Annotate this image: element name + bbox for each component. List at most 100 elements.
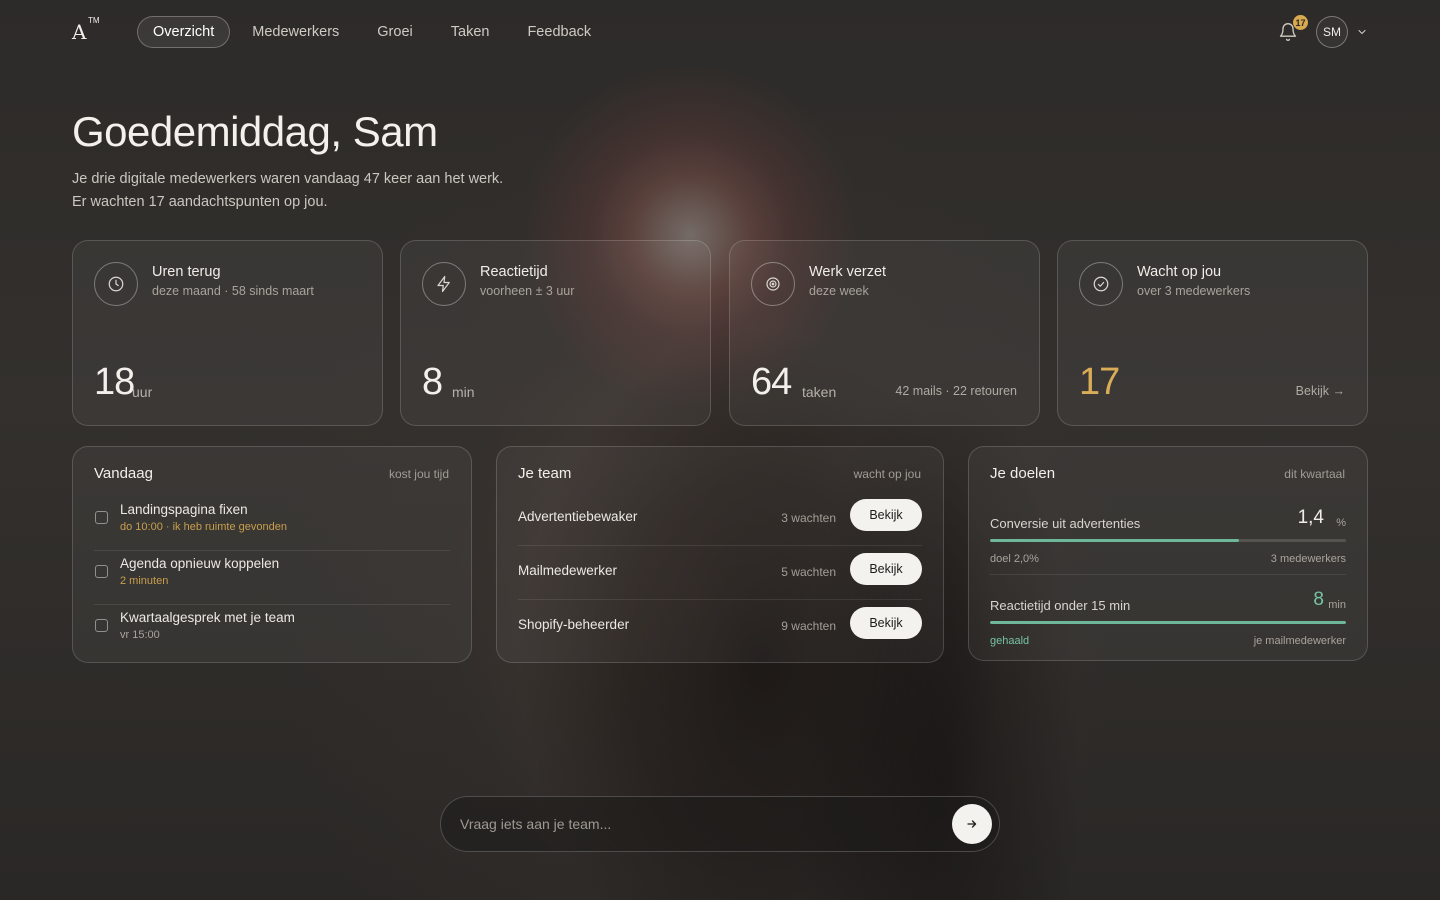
todo-title: Agenda opnieuw koppelen: [120, 556, 280, 571]
goal-value: 1,4: [1297, 507, 1324, 528]
ask-input[interactable]: [460, 797, 930, 851]
card-meta: dit kwartaal: [1284, 467, 1345, 481]
card-meta: wacht op jou: [853, 467, 921, 481]
todo-subtitle: do 10:00 · ik heb ruimte gevonden: [120, 521, 287, 533]
goal-progress-fill: [990, 621, 1346, 624]
view-button[interactable]: Bekijk: [850, 553, 922, 585]
dashboard: A TM Overzicht Medewerkers Groei Taken Fe…: [0, 0, 1440, 900]
stat-card-waiting[interactable]: Wacht op jou over 3 medewerkers 17 Bekij…: [1057, 240, 1368, 426]
team-member-row: Shopify-beheerder 9 wachten Bekijk: [518, 600, 922, 654]
goal-progress-bar: [990, 621, 1346, 624]
card-title: Je doelen: [990, 465, 1056, 482]
stat-card-work-done[interactable]: Werk verzet deze week 64 taken 42 mails …: [729, 240, 1040, 426]
goal-unit: min: [1328, 599, 1346, 611]
stat-breakdown: 42 mails · 22 retouren: [895, 384, 1017, 398]
todo-checkbox[interactable]: [95, 565, 108, 578]
clock-icon: [94, 262, 138, 306]
logo-letter: A: [72, 20, 87, 44]
tab-groei[interactable]: Groei: [361, 16, 428, 48]
logo-trademark: TM: [88, 16, 100, 25]
stat-subtitle: over 3 medewerkers: [1137, 284, 1251, 298]
goal-progress-bar: [990, 539, 1346, 542]
todo-title: Kwartaalgesprek met je team: [120, 610, 295, 625]
stat-title: Reactietijd: [480, 264, 548, 280]
team-member-waiting: 5 wachten: [781, 565, 836, 579]
stat-title: Wacht op jou: [1137, 264, 1222, 280]
hero-line-2: Er wachten 17 aandachtspunten op jou.: [72, 194, 328, 210]
todo-checkbox[interactable]: [95, 619, 108, 632]
card-title: Vandaag: [94, 465, 153, 482]
hero-subtitle: Je drie digitale medewerkers waren vanda…: [72, 168, 503, 214]
todo-item: Agenda opnieuw koppelen 2 minuten: [94, 551, 450, 605]
goal-status: gehaald: [990, 635, 1030, 647]
notifications-button[interactable]: 17: [1278, 15, 1308, 42]
nav-tabs: Overzicht Medewerkers Groei Taken Feedba…: [137, 16, 607, 48]
divider: [990, 574, 1346, 575]
ask-bar: [440, 796, 1000, 852]
tab-feedback[interactable]: Feedback: [511, 16, 607, 48]
stat-value: 8: [422, 361, 443, 403]
avatar: SM: [1316, 16, 1348, 48]
tab-taken[interactable]: Taken: [435, 16, 506, 48]
stat-title: Uren terug: [152, 264, 221, 280]
team-member-name: Mailmedewerker: [518, 563, 618, 578]
tab-overzicht[interactable]: Overzicht: [137, 16, 231, 48]
stat-card-response-time[interactable]: Reactietijd voorheen ± 3 uur 8 min: [400, 240, 711, 426]
send-button[interactable]: [952, 804, 992, 844]
team-card: Je team wacht op jou Advertentiebewaker …: [496, 446, 944, 663]
team-member-waiting: 9 wachten: [781, 619, 836, 633]
stat-subtitle: deze maand · 58 sinds maart: [152, 284, 314, 298]
logo[interactable]: A TM: [72, 16, 137, 44]
chevron-down-icon: [1358, 29, 1366, 35]
stat-value: 18: [94, 361, 135, 403]
todo-title: Landingspagina fixen: [120, 502, 248, 517]
stat-card-hours[interactable]: Uren terug deze maand · 58 sinds maart 1…: [72, 240, 383, 426]
view-button[interactable]: Bekijk: [850, 499, 922, 531]
nav-right: 17 SM: [1278, 15, 1368, 48]
goal-owner: 3 medewerkers: [1270, 553, 1346, 565]
goal-owner: je mailmedewerker: [1253, 635, 1346, 647]
goal-title: Reactietijd onder 15 min: [990, 598, 1131, 613]
todo-item: Kwartaalgesprek met je team vr 15:00: [94, 605, 450, 659]
todo-checkbox[interactable]: [95, 511, 108, 524]
stat-unit: min: [452, 384, 475, 400]
goal-item: Reactietijd onder 15 min 8 min gehaald j…: [990, 582, 1346, 664]
team-member-waiting: 3 wachten: [781, 511, 836, 525]
top-nav: A TM Overzicht Medewerkers Groei Taken Fe…: [72, 15, 1368, 48]
goals-card: Je doelen dit kwartaal Conversie uit adv…: [968, 446, 1368, 661]
goal-title: Conversie uit advertenties: [990, 516, 1141, 531]
team-member-row: Mailmedewerker 5 wachten Bekijk: [518, 546, 922, 600]
stat-value: 17: [1079, 361, 1120, 403]
goal-value: 8: [1313, 589, 1324, 610]
stat-subtitle: voorheen ± 3 uur: [480, 284, 575, 298]
check-circle-icon: [1079, 262, 1123, 306]
todo-subtitle: vr 15:00: [120, 629, 160, 641]
stat-value: 64: [751, 361, 792, 403]
account-menu[interactable]: SM: [1316, 16, 1368, 48]
goal-target: doel 2,0%: [990, 553, 1039, 565]
lightning-icon: [422, 262, 466, 306]
todo-item: Landingspagina fixen do 10:00 · ik heb r…: [94, 497, 450, 551]
card-title: Je team: [518, 465, 572, 482]
todo-subtitle: 2 minuten: [120, 575, 169, 587]
team-member-row: Advertentiebewaker 3 wachten Bekijk: [518, 492, 922, 546]
today-card: Vandaag kost jou tijd Landingspagina fix…: [72, 446, 472, 663]
goal-progress-fill: [990, 539, 1240, 542]
tab-medewerkers[interactable]: Medewerkers: [236, 16, 355, 48]
stat-unit: taken: [802, 384, 837, 400]
goal-unit: %: [1336, 517, 1346, 529]
stat-title: Werk verzet: [809, 264, 887, 280]
stat-unit: uur: [132, 384, 153, 400]
team-member-name: Advertentiebewaker: [518, 509, 638, 524]
notification-count-badge: 17: [1293, 15, 1308, 30]
hero-line-1: Je drie digitale medewerkers waren vanda…: [72, 171, 504, 187]
goal-item: Conversie uit advertenties 1,4 % doel 2,…: [990, 500, 1346, 582]
page-title: Goedemiddag, Sam: [72, 108, 438, 155]
team-member-name: Shopify-beheerder: [518, 617, 630, 632]
stat-subtitle: deze week: [809, 284, 869, 298]
target-icon: [751, 262, 795, 306]
view-link[interactable]: Bekijk →: [1296, 384, 1345, 398]
card-meta: kost jou tijd: [388, 467, 449, 481]
view-button[interactable]: Bekijk: [850, 607, 922, 639]
arrow-right-icon: [967, 820, 977, 828]
